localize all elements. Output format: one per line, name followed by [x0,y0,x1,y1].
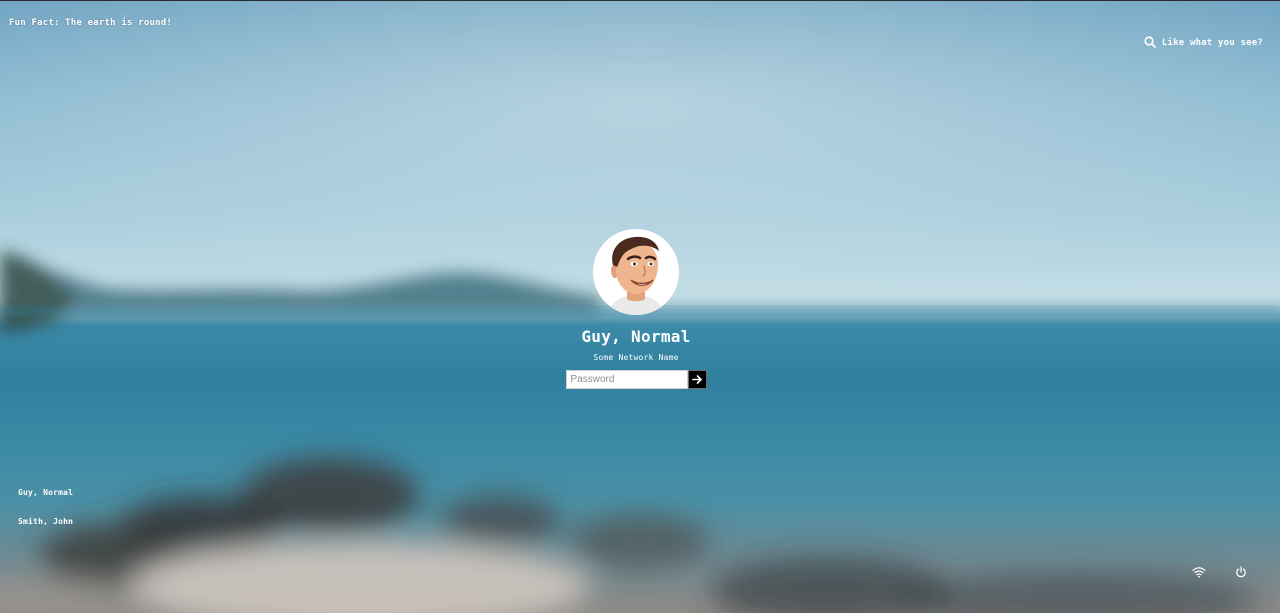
system-controls [1192,566,1247,578]
password-row [565,370,707,389]
like-what-you-see-link[interactable]: Like what you see? [1144,33,1263,52]
network-name: Some Network Name [593,353,679,362]
user-list-item[interactable]: Smith, John [18,517,73,546]
like-what-you-see-label: Like what you see? [1161,37,1263,48]
search-icon [1144,33,1156,52]
login-panel: Guy, Normal Some Network Name [540,229,732,389]
submit-button[interactable] [687,370,707,389]
power-icon[interactable] [1235,566,1247,578]
user-list: Guy, Normal Smith, John [18,488,73,546]
fun-fact-text: Fun Fact: The earth is round! [9,18,172,28]
selected-user-name: Guy, Normal [581,327,691,346]
avatar [593,229,679,315]
arrow-right-icon [691,374,703,385]
password-input[interactable] [565,370,688,389]
wifi-icon[interactable] [1192,566,1206,578]
login-screen: Fun Fact: The earth is round! Like what … [0,1,1280,613]
user-list-item[interactable]: Guy, Normal [18,488,73,517]
